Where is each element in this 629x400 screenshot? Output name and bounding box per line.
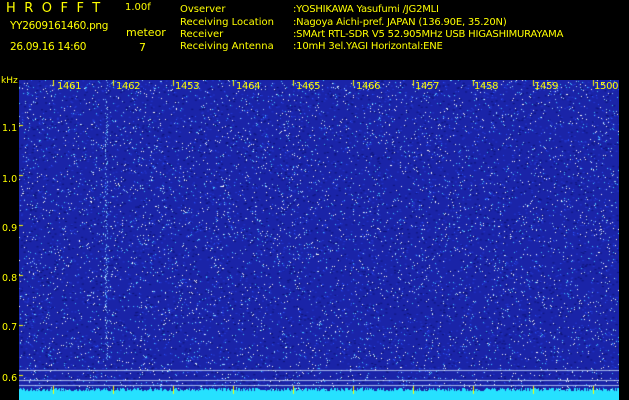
x-tick-label: 1462 — [116, 81, 141, 92]
app-title: HROFFT — [6, 1, 109, 16]
location-key: Receiving Location — [180, 17, 274, 28]
capture-datetime: 26.09.16 14:60 — [10, 41, 87, 53]
y-tick-label: 0.9 — [2, 223, 18, 234]
x-tick-label: 1453 — [175, 81, 200, 92]
x-tick-label: 1461 — [57, 81, 82, 92]
x-tick-label: 1459 — [534, 81, 559, 92]
meteor-count: 7 — [139, 41, 146, 54]
x-tick-label: 1458 — [474, 81, 499, 92]
x-tick-label: 1457 — [415, 81, 440, 92]
header-panel: HROFFT 1.00f YY2609161460.png meteor 26.… — [0, 0, 629, 74]
receiver-value: :SMArt RTL-SDR V5 52.905MHz USB HIGASHIM… — [293, 29, 564, 40]
receiver-key: Receiver — [180, 29, 224, 40]
observer-value: :YOSHIKAWA Yasufumi /JG2MLI — [293, 4, 439, 15]
y-tick-label: 0.7 — [2, 322, 18, 333]
location-row: Receiving Location :Nagoya Aichi-pref. JA… — [180, 18, 507, 28]
antenna-row: Receiving Antenna :10mH 3el.YAGI Horizont… — [180, 42, 443, 52]
image-filename: YY2609161460.png — [10, 20, 109, 32]
spectrogram-plot — [19, 80, 619, 400]
antenna-key: Receiving Antenna — [180, 41, 274, 52]
observer-row: Ovserver :YOSHIKAWA Yasufumi /JG2MLI — [180, 5, 439, 15]
observer-key: Ovserver — [180, 4, 226, 15]
x-tick-label: 1466 — [356, 81, 381, 92]
x-tick-label: 1500 — [594, 81, 619, 92]
app-version: 1.00f — [125, 2, 151, 13]
x-tick-label: 1464 — [236, 81, 261, 92]
y-axis-unit: kHz — [1, 76, 18, 86]
y-tick-label: 0.6 — [2, 373, 18, 384]
receiver-row: Receiver :SMArt RTL-SDR V5 52.905MHz USB … — [180, 30, 563, 40]
antenna-value: :10mH 3el.YAGI Horizontal:ENE — [293, 41, 443, 52]
meteor-label: meteor — [126, 26, 166, 39]
x-tick-label: 1465 — [296, 81, 321, 92]
location-value: :Nagoya Aichi-pref. JAPAN (136.90E, 35.2… — [293, 17, 507, 28]
y-tick-label: 1.1 — [2, 123, 18, 134]
y-tick-label: 0.8 — [2, 273, 18, 284]
y-tick-label: 1.0 — [2, 174, 18, 185]
